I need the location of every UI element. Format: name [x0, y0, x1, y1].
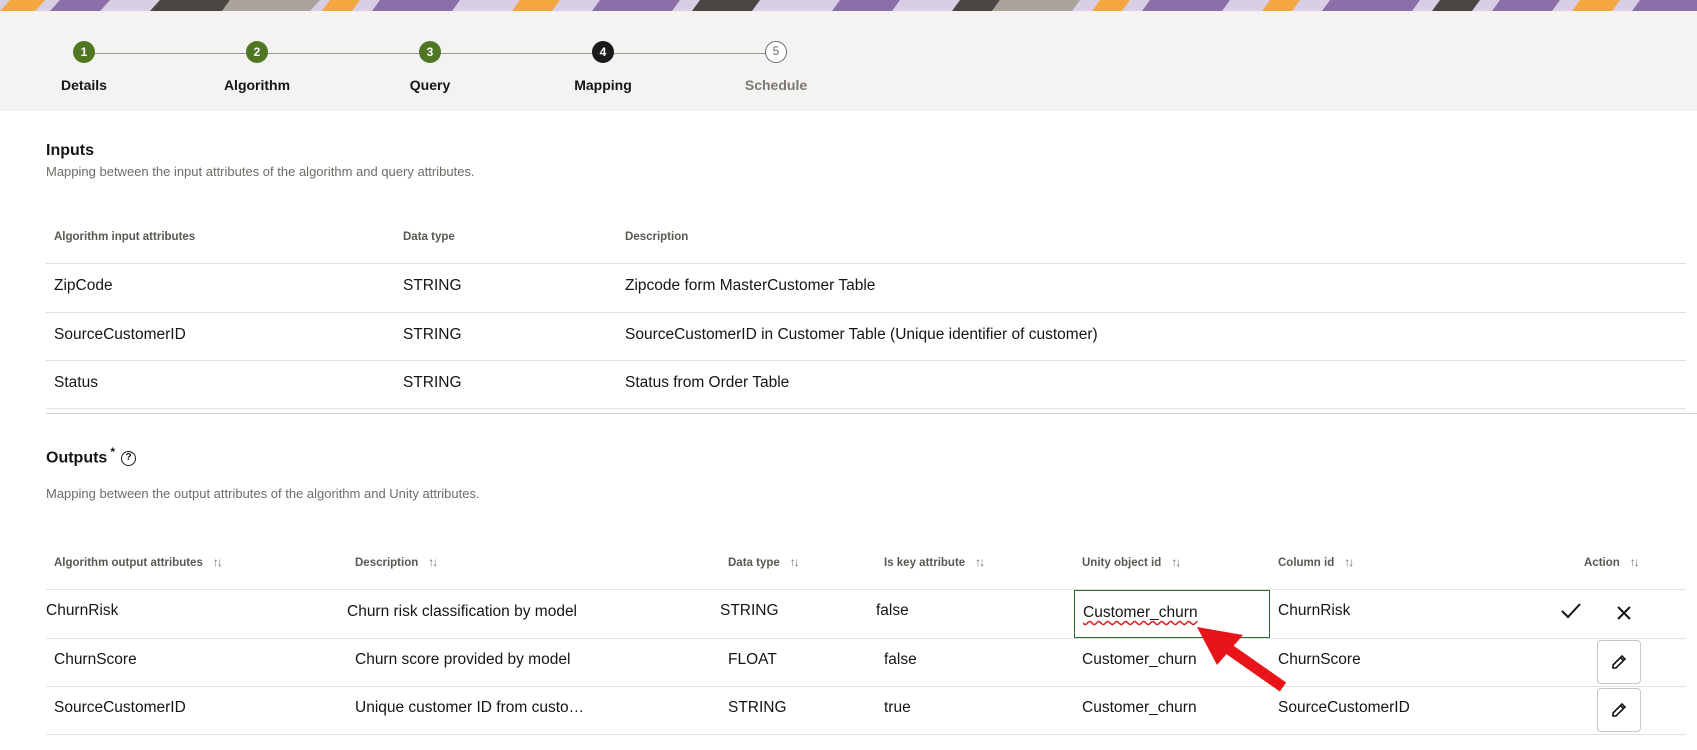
- row-divider: [46, 408, 1686, 409]
- output-column-id: SourceCustomerID: [1278, 699, 1410, 716]
- column-header-data-type[interactable]: Data type ↑↓: [728, 555, 800, 569]
- column-header: Data type: [403, 231, 455, 243]
- edit-row-button[interactable]: [1597, 688, 1641, 732]
- row-divider: [46, 589, 1686, 590]
- output-unity-object-id: Customer_churn: [1082, 699, 1197, 716]
- header-label: Algorithm output attributes: [54, 557, 203, 569]
- step-number: 5: [765, 41, 787, 63]
- output-description: Churn score provided by model: [355, 651, 571, 668]
- row-divider: [46, 686, 1686, 687]
- output-is-key: false: [884, 651, 917, 668]
- input-attribute: SourceCustomerID: [54, 326, 186, 343]
- sort-icon[interactable]: ↑↓: [1171, 555, 1181, 569]
- row-divider: [46, 312, 1686, 313]
- input-description: SourceCustomerID in Customer Table (Uniq…: [625, 326, 1098, 343]
- sort-icon[interactable]: ↑↓: [975, 555, 985, 569]
- required-indicator: *: [110, 445, 115, 459]
- pencil-icon: [1612, 654, 1627, 669]
- inputs-title: Inputs: [46, 142, 94, 159]
- input-datatype: STRING: [403, 374, 462, 391]
- column-header: Algorithm input attributes: [54, 231, 196, 243]
- output-attribute: ChurnRisk: [46, 602, 119, 619]
- outputs-title-text: Outputs: [46, 449, 108, 467]
- column-header-is-key[interactable]: Is key attribute ↑↓: [884, 555, 985, 569]
- output-description: Unique customer ID from custo…: [355, 699, 585, 716]
- output-attribute: SourceCustomerID: [54, 699, 186, 716]
- step-number: 4: [592, 41, 614, 63]
- edit-row-button[interactable]: [1597, 640, 1641, 684]
- column-header: Description: [625, 231, 689, 243]
- header-label: Is key attribute: [884, 557, 966, 569]
- inputs-description: Mapping between the input attributes of …: [46, 164, 475, 179]
- column-header-algorithm-output[interactable]: Algorithm output attributes ↑↓: [54, 555, 223, 569]
- output-unity-object-id: Customer_churn: [1082, 651, 1197, 668]
- step-number: 3: [419, 41, 441, 63]
- header-label: Unity object id: [1082, 557, 1162, 569]
- sort-icon[interactable]: ↑↓: [1630, 555, 1640, 569]
- output-is-key: false: [876, 602, 909, 619]
- step-label: Algorithm: [223, 77, 291, 93]
- output-attribute: ChurnScore: [54, 651, 137, 668]
- column-header-unity-object[interactable]: Unity object id ↑↓: [1082, 555, 1181, 569]
- input-datatype: STRING: [403, 326, 462, 343]
- output-datatype: STRING: [720, 602, 779, 619]
- sort-icon[interactable]: ↑↓: [1344, 555, 1354, 569]
- unity-object-id-value: Customer_churn: [1083, 604, 1198, 621]
- wizard-stepper: 1 Details 2 Algorithm 3 Query 4 Mapping …: [0, 11, 1697, 111]
- input-description: Zipcode form MasterCustomer Table: [625, 277, 876, 294]
- outputs-title: Outputs *?: [46, 445, 136, 467]
- row-divider: [46, 360, 1686, 361]
- check-icon[interactable]: [1560, 601, 1582, 627]
- column-header-action[interactable]: Action ↑↓: [1584, 555, 1640, 569]
- step-label: Mapping: [574, 77, 632, 93]
- step-label: Schedule: [744, 77, 808, 93]
- annotation-arrow: [1197, 627, 1287, 692]
- sort-icon[interactable]: ↑↓: [213, 555, 223, 569]
- input-attribute: Status: [54, 374, 98, 391]
- outputs-description: Mapping between the output attributes of…: [46, 486, 480, 501]
- output-datatype: STRING: [728, 699, 787, 716]
- close-icon[interactable]: [1616, 604, 1632, 627]
- table-bottom-border: [46, 413, 1697, 414]
- column-header-column-id[interactable]: Column id ↑↓: [1278, 555, 1354, 569]
- step-number: 2: [246, 41, 268, 63]
- header-label: Action: [1584, 557, 1620, 569]
- row-divider: [46, 734, 1686, 735]
- output-column-id: ChurnRisk: [1278, 602, 1351, 619]
- help-icon[interactable]: ?: [121, 450, 136, 466]
- sort-icon[interactable]: ↑↓: [790, 555, 800, 569]
- sort-icon[interactable]: ↑↓: [428, 555, 438, 569]
- header-banner: [0, 0, 1697, 11]
- step-label: Query: [409, 77, 451, 93]
- input-description: Status from Order Table: [625, 374, 790, 391]
- output-is-key: true: [884, 699, 911, 716]
- input-datatype: STRING: [403, 277, 462, 294]
- header-label: Data type: [728, 557, 780, 569]
- row-divider: [46, 638, 1686, 639]
- row-divider: [46, 263, 1686, 264]
- header-label: Column id: [1278, 557, 1335, 569]
- pencil-icon: [1612, 702, 1627, 717]
- input-attribute: ZipCode: [54, 277, 113, 294]
- output-description: Churn risk classification by model: [347, 603, 578, 620]
- step-number: 1: [73, 41, 95, 63]
- column-header-description[interactable]: Description ↑↓: [355, 555, 438, 569]
- output-datatype: FLOAT: [728, 651, 777, 668]
- step-label: Details: [61, 77, 107, 93]
- header-label: Description: [355, 557, 419, 569]
